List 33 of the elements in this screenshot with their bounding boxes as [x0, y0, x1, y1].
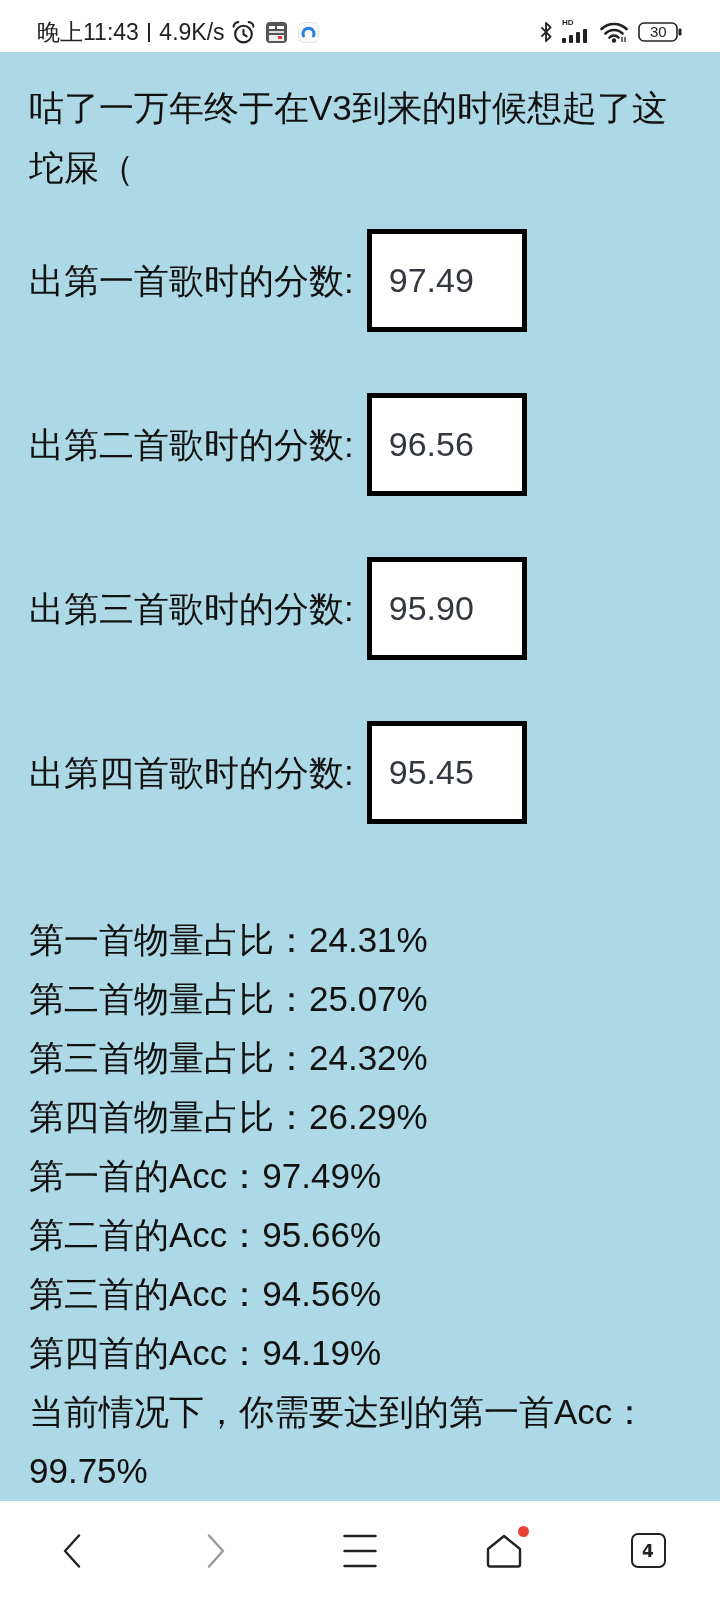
- result-text: 第二首的Acc：95.66%: [29, 1214, 383, 1256]
- result-text: 第四首的Acc：94.19%: [29, 1332, 383, 1374]
- result-text: 当前情况下，你需要达到的第一首Acc：99.75%: [29, 1391, 649, 1492]
- score-label: 出第四首歌时的分数:: [29, 751, 354, 794]
- result-text: 第二首物量占比：25.07%: [29, 978, 429, 1020]
- alarm-clock-icon: [230, 19, 256, 45]
- tabs-button[interactable]: 4: [630, 1533, 666, 1568]
- result-text: 第一首物量占比：24.31%: [29, 919, 429, 961]
- result-text: 第三首物量占比：24.32%: [29, 1037, 429, 1079]
- score-label: 出第二首歌时的分数:: [29, 423, 354, 466]
- menu-icon: [343, 1533, 377, 1568]
- battery-icon: [638, 22, 682, 42]
- status-time: 晚上11:43: [37, 18, 139, 46]
- score-label: 出第三首歌时的分数:: [29, 587, 354, 630]
- score-label: 出第一首歌时的分数:: [29, 259, 354, 302]
- score-input[interactable]: 95.45: [366, 721, 527, 824]
- score-input[interactable]: 95.90: [366, 557, 527, 660]
- app-tile-icon: [265, 21, 287, 43]
- score-input[interactable]: 96.56: [366, 393, 527, 496]
- score-input[interactable]: 97.49: [366, 229, 527, 332]
- forward-icon: [207, 1533, 225, 1568]
- intro-text: 咕了一万年终于在V3到来的时候想起了这坨屎（: [29, 87, 668, 189]
- wifi-icon: [600, 21, 628, 43]
- result-text: 第四首物量占比：26.29%: [29, 1096, 429, 1138]
- battery-level-text: 30: [650, 25, 667, 39]
- network-type-label: HD: [562, 18, 574, 27]
- bluetooth-icon: [539, 21, 553, 43]
- back-icon: [63, 1533, 81, 1568]
- ring-icon: [297, 21, 319, 43]
- result-text: 第一首的Acc：97.49%: [29, 1155, 383, 1197]
- result-text: 第三首的Acc：94.56%: [29, 1273, 383, 1315]
- network-speed: 4.9K/s: [159, 18, 225, 46]
- home-icon: [486, 1533, 522, 1568]
